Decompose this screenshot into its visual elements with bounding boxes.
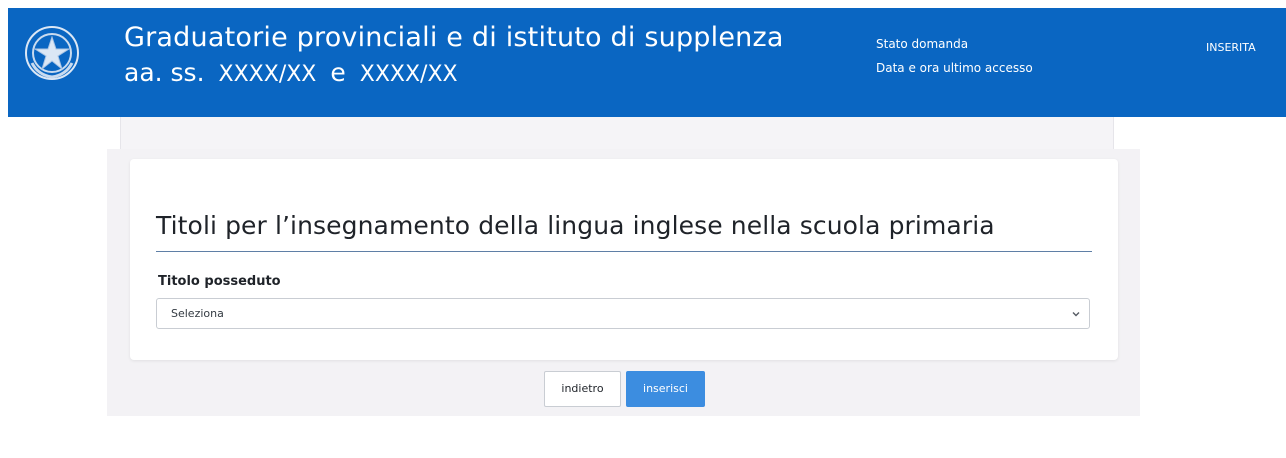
- school-years: aa. ss. XXXX/XX e XXXX/XX: [124, 58, 458, 87]
- titolo-posseduto-select[interactable]: Seleziona: [156, 298, 1090, 329]
- insert-button[interactable]: inserisci: [626, 371, 705, 407]
- titolo-posseduto-label: Titolo posseduto: [158, 274, 281, 289]
- app-header: Graduatorie provinciali e di istituto di…: [8, 8, 1286, 117]
- back-button[interactable]: indietro: [544, 371, 621, 407]
- last-access-label: Data e ora ultimo accesso: [876, 61, 1033, 75]
- app-title: Graduatorie provinciali e di istituto di…: [124, 22, 784, 53]
- page: Graduatorie provinciali e di istituto di…: [0, 0, 1286, 458]
- year-conjunction: e: [330, 58, 346, 87]
- section-title: Titoli per l’insegnamento della lingua i…: [156, 211, 995, 240]
- application-status-value: INSERITA: [1206, 41, 1256, 54]
- section-divider: [156, 251, 1092, 252]
- year-to: XXXX/XX: [359, 62, 458, 87]
- application-status-label: Stato domanda: [876, 37, 969, 51]
- school-years-prefix: aa. ss.: [124, 58, 205, 87]
- select-current-value: Seleziona: [171, 307, 224, 320]
- content-top-strip: [120, 117, 1114, 149]
- year-from: XXXX/XX: [218, 62, 317, 87]
- chevron-down-icon: [1072, 312, 1080, 317]
- italian-republic-emblem-icon: [25, 26, 79, 80]
- form-card: Titoli per l’insegnamento della lingua i…: [130, 159, 1118, 360]
